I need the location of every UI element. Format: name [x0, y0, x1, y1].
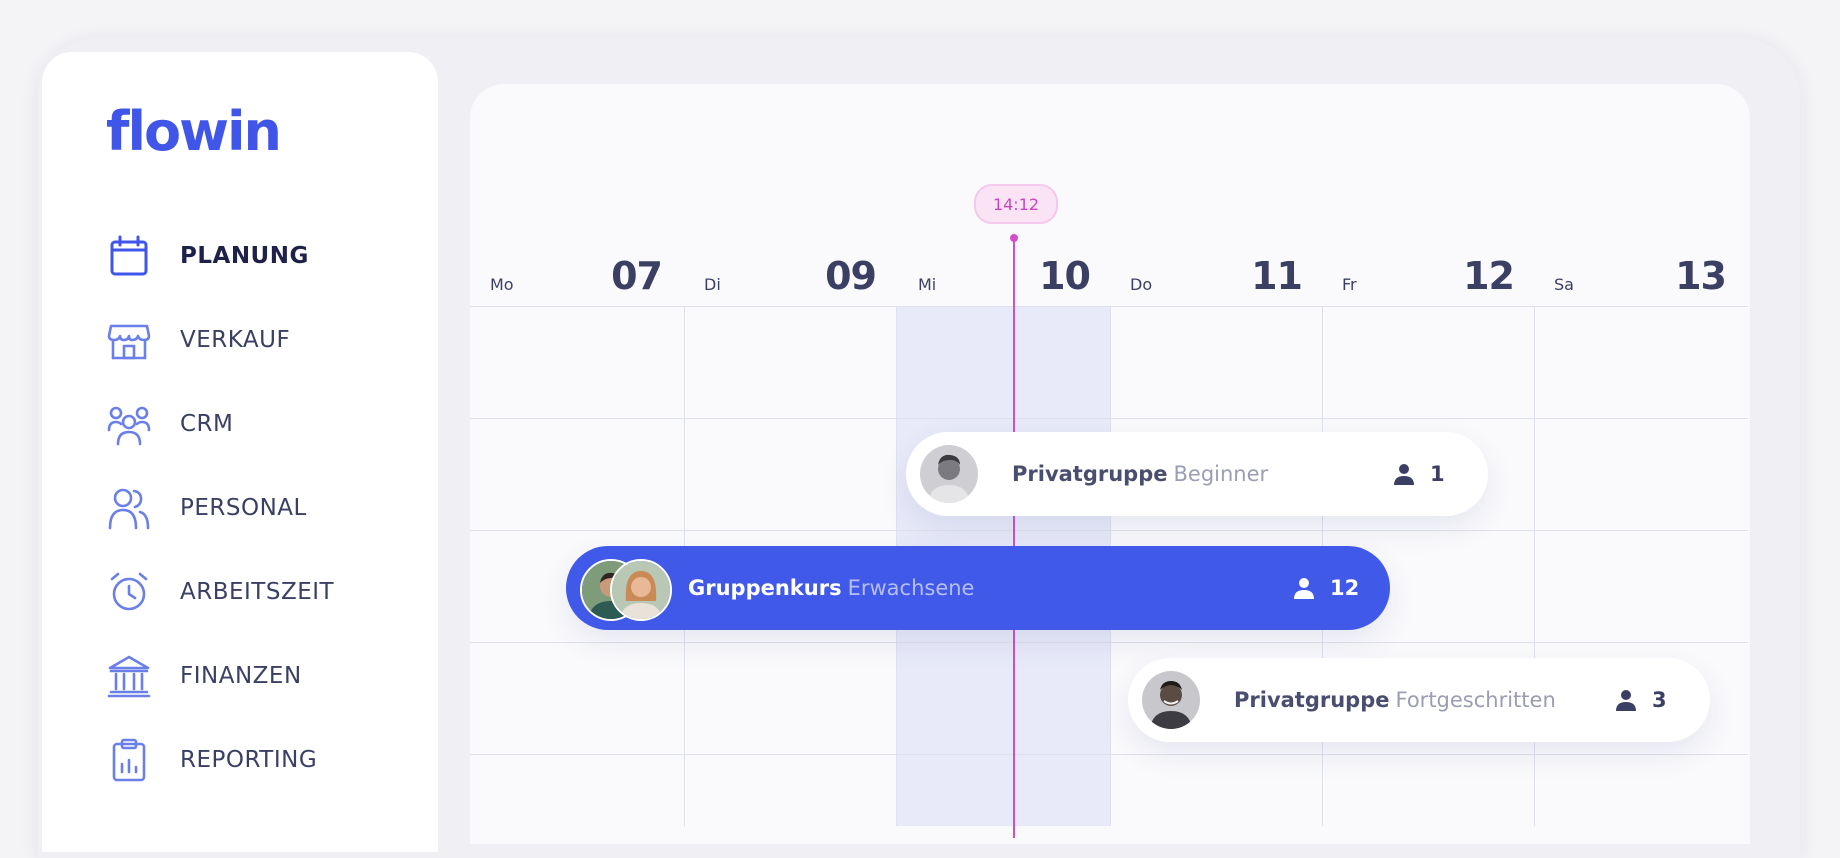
day-number: 07: [611, 254, 663, 298]
sidebar-item-planung[interactable]: PLANUNG: [104, 226, 424, 286]
schedule-panel: Mo 07 Di 09 Mi 10 Do 11 Fr 12 Sa 13 14:1…: [470, 84, 1750, 844]
current-time-badge: 14:12: [974, 184, 1058, 224]
sidebar-item-label: VERKAUF: [180, 327, 291, 353]
users-icon: [104, 399, 154, 449]
day-name: Fr: [1342, 275, 1357, 294]
participant-count: 3: [1614, 688, 1667, 712]
sidebar-item-label: REPORTING: [180, 747, 318, 773]
day-header-sa[interactable]: Sa 13: [1534, 254, 1746, 306]
day-number: 10: [1039, 254, 1091, 298]
event-subtitle: Beginner: [1173, 462, 1269, 486]
day-header-di[interactable]: Di 09: [684, 254, 896, 306]
day-name: Mi: [918, 275, 937, 294]
sidebar: flowin PLANUNG VERKAUF CRM PERSONAL ARBE…: [42, 52, 438, 852]
participant-count: 1: [1392, 462, 1445, 486]
sidebar-item-label: PERSONAL: [180, 495, 307, 521]
day-header-mo[interactable]: Mo 07: [470, 254, 682, 306]
sidebar-item-finanzen[interactable]: FINANZEN: [104, 646, 424, 706]
event-title: Privatgruppe: [1012, 462, 1168, 486]
store-icon: [104, 315, 154, 365]
staff-icon: [104, 483, 154, 533]
day-number: 12: [1463, 254, 1515, 298]
participant-count: 12: [1292, 576, 1359, 600]
day-name: Di: [704, 275, 721, 294]
grid-row-line: [470, 418, 1748, 419]
day-header-do[interactable]: Do 11: [1110, 254, 1322, 306]
sidebar-item-reporting[interactable]: REPORTING: [104, 730, 424, 790]
avatar: [1140, 669, 1202, 731]
logo: flowin: [106, 100, 282, 163]
current-time-dot: [1010, 234, 1018, 242]
event-subtitle: Erwachsene: [847, 576, 975, 600]
grid-row-line: [470, 530, 1748, 531]
avatar: [918, 443, 980, 505]
day-number: 13: [1675, 254, 1727, 298]
day-name: Sa: [1554, 275, 1574, 294]
sidebar-item-arbeitszeit[interactable]: ARBEITSZEIT: [104, 562, 424, 622]
grid-column-line: [1534, 306, 1535, 826]
sidebar-item-personal[interactable]: PERSONAL: [104, 478, 424, 538]
bank-icon: [104, 651, 154, 701]
avatar-group: [580, 559, 672, 621]
sidebar-item-crm[interactable]: CRM: [104, 394, 424, 454]
participant-count-value: 12: [1330, 576, 1360, 600]
person-icon: [1392, 462, 1416, 486]
day-name: Do: [1130, 275, 1153, 294]
alarm-clock-icon: [104, 567, 154, 617]
sidebar-item-label: ARBEITSZEIT: [180, 579, 335, 605]
sidebar-item-verkauf[interactable]: VERKAUF: [104, 310, 424, 370]
avatar: [610, 559, 672, 621]
day-name: Mo: [490, 275, 514, 294]
participant-count-value: 3: [1652, 688, 1667, 712]
event-title: Gruppenkurs: [688, 576, 842, 600]
sidebar-item-label: PLANUNG: [180, 243, 309, 269]
event-card[interactable]: Privatgruppe Beginner 1: [906, 432, 1488, 516]
event-card[interactable]: Gruppenkurs Erwachsene 12: [566, 546, 1390, 630]
calendar-icon: [104, 231, 154, 281]
participant-count-value: 1: [1430, 462, 1445, 486]
grid-row-line: [470, 642, 1748, 643]
grid-row-line: [470, 754, 1748, 755]
person-icon: [1614, 688, 1638, 712]
day-header-mi[interactable]: Mi 10: [898, 254, 1110, 306]
event-title: Privatgruppe: [1234, 688, 1390, 712]
clipboard-chart-icon: [104, 735, 154, 785]
event-subtitle: Fortgeschritten: [1395, 688, 1556, 712]
day-header-fr[interactable]: Fr 12: [1322, 254, 1534, 306]
sidebar-item-label: FINANZEN: [180, 663, 302, 689]
grid-row-line: [470, 306, 1748, 307]
sidebar-item-label: CRM: [180, 411, 234, 437]
current-time-line: [1013, 238, 1015, 838]
day-number: 09: [825, 254, 877, 298]
event-card[interactable]: Privatgruppe Fortgeschritten 3: [1128, 658, 1710, 742]
day-number: 11: [1251, 254, 1303, 298]
person-icon: [1292, 576, 1316, 600]
